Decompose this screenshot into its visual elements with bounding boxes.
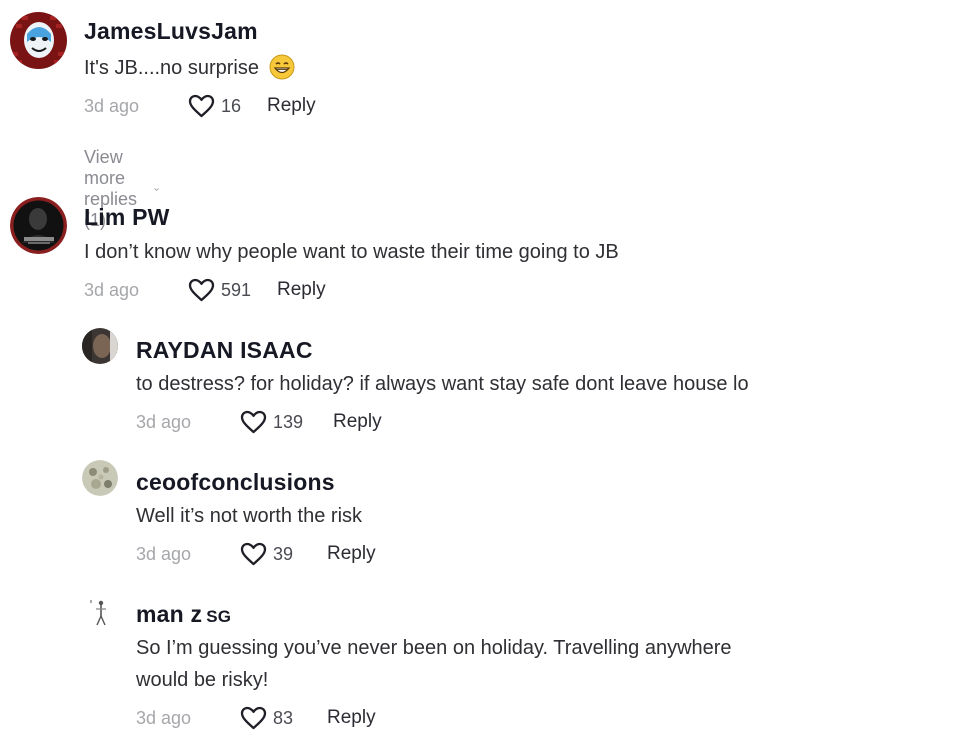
username[interactable]: JamesLuvsJam [84, 18, 258, 45]
heart-icon [240, 410, 267, 434]
like-count: 591 [221, 279, 252, 300]
like-button[interactable]: 591 [188, 278, 279, 302]
timestamp: 3d ago [136, 411, 192, 432]
reply-button[interactable]: Reply [327, 543, 376, 565]
like-button[interactable]: 39 [240, 542, 331, 566]
username[interactable]: Lim PW [84, 204, 170, 231]
reply-button[interactable]: Reply [267, 95, 316, 117]
heart-icon [188, 278, 215, 302]
username[interactable]: ceoofconclusions [136, 469, 335, 496]
avatar[interactable] [10, 197, 67, 254]
heart-icon [188, 94, 215, 118]
comment-text-line-1: So I’m guessing you’ve never been on hol… [136, 637, 732, 659]
reply-button[interactable]: Reply [333, 411, 382, 433]
comment-text-line-2: would be risky! [136, 669, 269, 691]
avatar[interactable] [82, 594, 118, 630]
timestamp: 3d ago [84, 95, 140, 116]
username[interactable]: man z SG [136, 601, 231, 628]
heart-icon [240, 706, 267, 730]
reply-button[interactable]: Reply [277, 279, 326, 301]
comment-meta: 3d ago 16 Reply [84, 91, 316, 121]
timestamp: 3d ago [136, 543, 192, 564]
heart-icon [240, 542, 267, 566]
username-label: man z [136, 601, 203, 627]
username-tag: SG [206, 607, 232, 626]
avatar[interactable] [10, 12, 67, 69]
like-count: 83 [273, 707, 294, 728]
avatar[interactable] [82, 460, 118, 496]
like-count: 139 [273, 411, 304, 432]
like-button[interactable]: 83 [240, 706, 331, 730]
username[interactable]: RAYDAN ISAAC [136, 337, 313, 364]
like-count: 39 [273, 543, 294, 564]
grinning-emoji-icon [269, 54, 295, 80]
timestamp: 3d ago [136, 707, 192, 728]
comment-meta: 3d ago 83 Reply [136, 703, 376, 733]
reply-button[interactable]: Reply [327, 707, 376, 729]
comment-text: It's JB....no surprise [84, 52, 295, 84]
comment-text: Well it’s not worth the risk [136, 505, 363, 527]
like-button[interactable]: 139 [240, 410, 331, 434]
avatar[interactable] [82, 328, 118, 364]
comment-meta: 3d ago 591 Reply [84, 275, 326, 305]
like-button[interactable]: 16 [188, 94, 279, 118]
chevron-down-icon [154, 187, 159, 191]
comment-text: to destress? for holiday? if always want… [136, 373, 749, 395]
comment-meta: 3d ago 39 Reply [136, 539, 376, 569]
comment-text: I don’t know why people want to waste th… [84, 241, 619, 263]
comment-meta: 3d ago 139 Reply [136, 407, 382, 437]
comment-text-content: It's JB....no surprise [84, 57, 259, 79]
timestamp: 3d ago [84, 279, 140, 300]
